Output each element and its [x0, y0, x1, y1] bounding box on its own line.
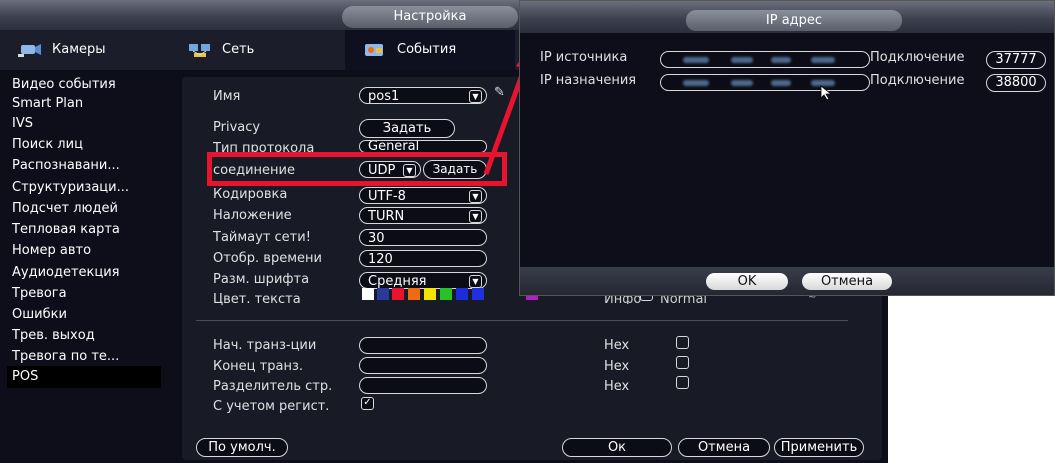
color-swatch[interactable]	[392, 288, 404, 300]
font-size-label: Разм. шрифта	[213, 272, 310, 287]
source-port-input[interactable]: 37777	[986, 51, 1046, 69]
highlight-box	[207, 152, 507, 186]
tab-label: События	[397, 42, 457, 57]
separator-label: Разделитель стр.	[213, 379, 333, 394]
overlay-dropdown[interactable]: TURN ▼	[359, 207, 487, 224]
dest-ip-label: IP назначения	[540, 73, 637, 88]
font-size-value: Средняя	[368, 274, 427, 289]
color-swatch[interactable]	[472, 288, 484, 300]
window-title: Настройка	[342, 6, 518, 28]
dest-ip-input[interactable]	[660, 74, 870, 91]
sidebar-item-audio[interactable]: Аудиодетекция	[12, 262, 162, 284]
overlay-value: TURN	[368, 209, 405, 224]
case-sensitive-label: С учетом регист.	[213, 399, 330, 414]
privacy-set-button[interactable]: Задать	[359, 119, 455, 138]
tab-cameras[interactable]: Камеры	[0, 30, 170, 70]
start-hex-checkbox[interactable]	[676, 336, 689, 349]
end-hex-checkbox[interactable]	[676, 356, 689, 369]
case-sensitive-checkbox[interactable]: ✓	[361, 397, 374, 410]
chevron-down-icon: ▼	[469, 275, 482, 288]
dialog-ok-button[interactable]: OK	[706, 273, 788, 290]
dialog-cancel-button[interactable]: Отмена	[802, 273, 892, 290]
sidebar-item-alarm-out[interactable]: Трев. выход	[12, 325, 162, 347]
default-button[interactable]: По умолч.	[196, 438, 288, 457]
chevron-down-icon: ▼	[469, 190, 482, 203]
apply-button[interactable]: Применить	[774, 438, 864, 457]
sidebar-item-alarm[interactable]: Тревога	[12, 283, 162, 305]
sidebar-item-smart-plan[interactable]: Smart Plan	[12, 93, 162, 115]
dialog-title: IP адрес	[686, 10, 902, 31]
ok-button[interactable]: Ок	[562, 438, 672, 457]
hex-label: Hex	[604, 379, 630, 394]
sidebar-item-heat-map[interactable]: Тепловая карта	[12, 219, 162, 241]
source-ip-label: IP источника	[540, 50, 628, 65]
chevron-down-icon: ▼	[469, 210, 482, 223]
name-dropdown[interactable]: pos1 ▼	[359, 87, 487, 104]
color-swatch[interactable]	[362, 288, 374, 300]
sidebar-item-errors[interactable]: Ошибки	[12, 304, 162, 326]
tab-label: Сеть	[222, 42, 255, 57]
sidebar-item-alarm-by[interactable]: Тревога по те...	[12, 346, 162, 368]
events-icon	[365, 44, 383, 56]
cancel-button[interactable]: Отмена	[678, 438, 770, 457]
text-color-label: Цвет. текста	[213, 292, 301, 307]
timeout-label: Таймаут сети!	[213, 230, 311, 245]
timeout-input[interactable]: 30	[359, 229, 487, 246]
separator-input[interactable]	[359, 377, 487, 394]
ip-address-dialog: IP адрес IP источника Подключение 37777 …	[519, 0, 1055, 296]
source-ip-input[interactable]	[660, 51, 870, 68]
dest-connection-label: Подключение	[870, 73, 965, 88]
encoding-value: UTF-8	[368, 189, 406, 204]
sidebar-item-people-count[interactable]: Подсчет людей	[12, 198, 162, 220]
sidebar-item-face-search[interactable]: Поиск лиц	[12, 134, 162, 156]
source-connection-label: Подключение	[870, 50, 965, 65]
sidebar-item-ivs[interactable]: IVS	[12, 113, 162, 135]
sidebar: Видео события Smart Plan IVS Поиск лиц Р…	[0, 70, 168, 463]
tab-network[interactable]: Сеть	[170, 30, 345, 70]
sidebar-item-pos[interactable]: POS	[7, 366, 161, 388]
camera-icon	[18, 44, 41, 57]
name-value: pos1	[368, 89, 400, 104]
end-transaction-label: Конец транз.	[213, 359, 303, 374]
display-time-label: Отобр. времени	[213, 251, 322, 266]
color-swatch[interactable]	[408, 288, 420, 300]
dialog-title-bar: IP адрес	[520, 1, 1054, 33]
tab-label: Камеры	[52, 42, 106, 57]
network-icon	[189, 44, 210, 57]
encoding-dropdown[interactable]: UTF-8 ▼	[359, 187, 487, 204]
cursor-icon	[820, 85, 833, 101]
color-swatch[interactable]	[424, 288, 436, 300]
encoding-label: Кодировка	[213, 187, 288, 202]
sidebar-item-recognition[interactable]: Распознавани...	[12, 155, 162, 177]
display-time-input[interactable]: 120	[359, 250, 487, 267]
sidebar-item-structuring[interactable]: Структуризаци...	[12, 177, 162, 199]
divider	[196, 320, 848, 321]
start-transaction-input[interactable]	[359, 337, 487, 354]
privacy-label: Privacy	[213, 120, 261, 135]
color-swatch[interactable]	[377, 288, 389, 300]
end-transaction-input[interactable]	[359, 357, 487, 374]
hex-label: Hex	[604, 359, 630, 374]
start-transaction-label: Нач. транз-ции	[213, 338, 317, 353]
name-label: Имя	[213, 89, 241, 104]
color-swatch[interactable]	[456, 288, 468, 300]
dialog-footer: OK Отмена	[520, 267, 1054, 295]
sidebar-item-plate[interactable]: Номер авто	[12, 240, 162, 262]
hex-label: Hex	[604, 338, 630, 353]
dest-port-input[interactable]: 38800	[986, 74, 1046, 92]
overlay-label: Наложение	[213, 208, 292, 223]
font-size-dropdown[interactable]: Средняя ▼	[359, 272, 487, 289]
color-swatch[interactable]	[440, 288, 452, 300]
separator-hex-checkbox[interactable]	[676, 376, 689, 389]
